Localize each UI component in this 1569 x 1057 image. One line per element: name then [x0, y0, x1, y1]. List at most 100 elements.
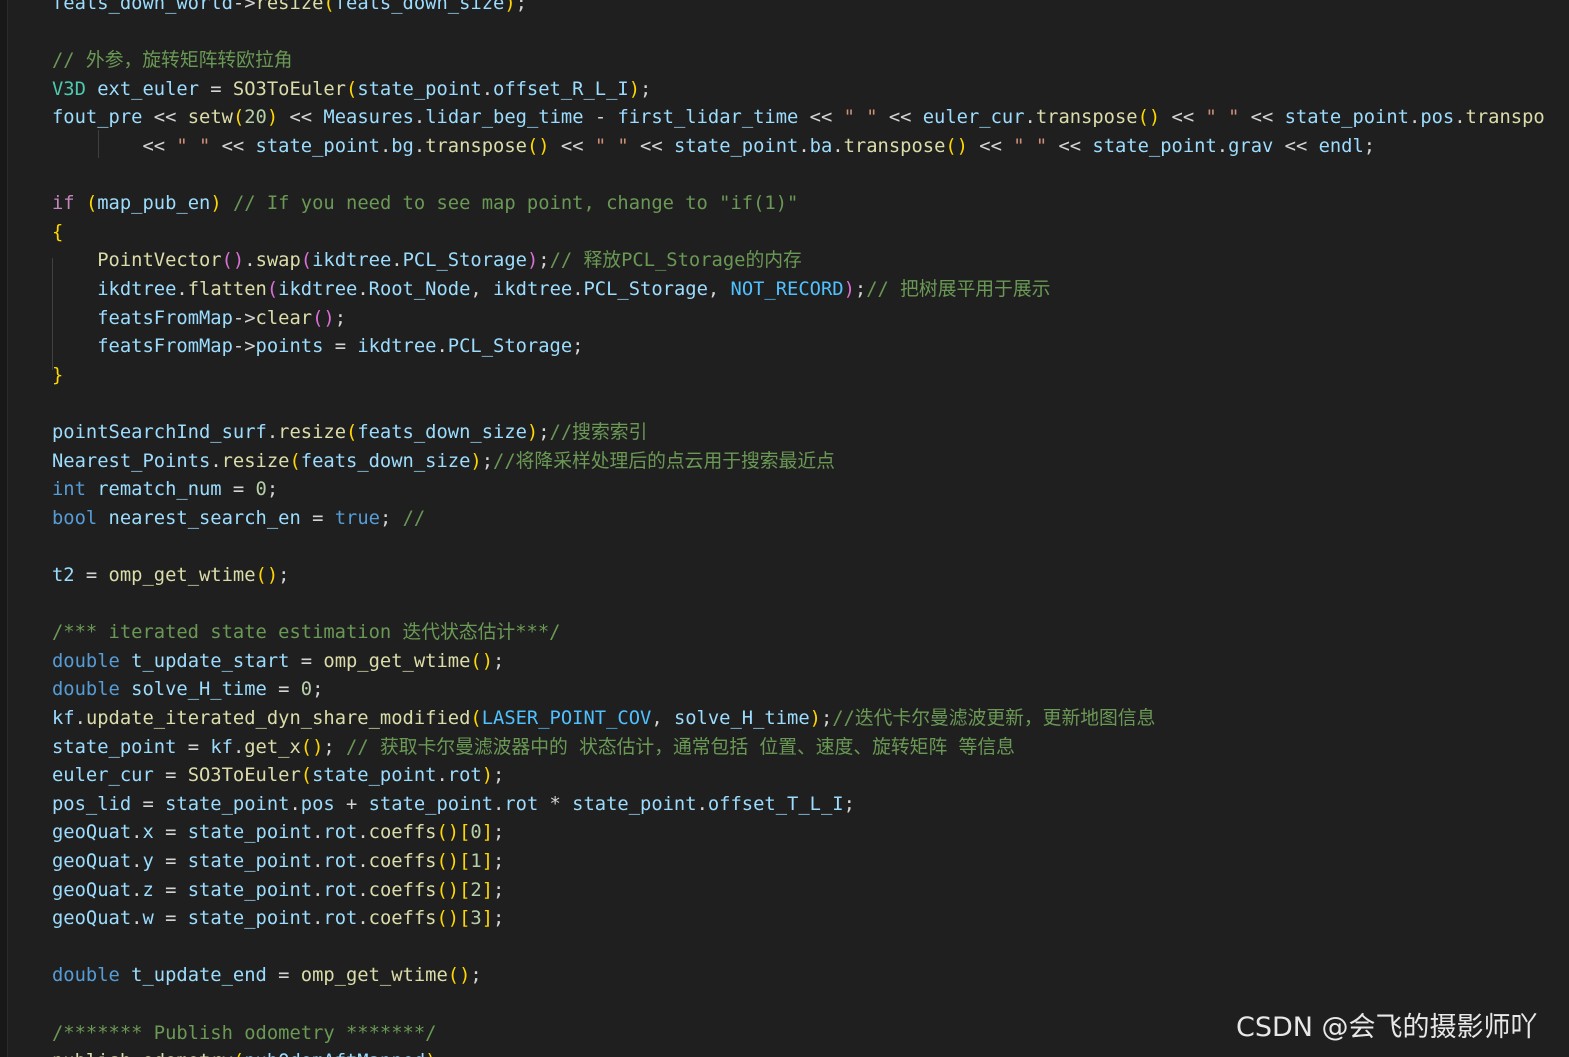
code-line[interactable]: feats_down_world->resize(feats_down_size…	[52, 0, 527, 18]
code-line[interactable]: V3D ext_euler = SO3ToEuler(state_point.o…	[52, 76, 651, 104]
code-token: <<	[549, 136, 595, 157]
code-token: )	[628, 78, 641, 100]
code-line[interactable]: kf.update_iterated_dyn_share_modified(LA…	[52, 705, 1155, 733]
code-token: z	[142, 879, 154, 901]
code-token: SO3ToEuler	[187, 765, 301, 787]
code-line[interactable]: << " " << state_point.bg.transpose() << …	[52, 133, 1375, 161]
code-line[interactable]: fout_pre << setw(20) << Measures.lidar_b…	[52, 104, 1545, 132]
code-line[interactable]: PointVector().swap(ikdtree.PCL_Storage);…	[52, 247, 802, 275]
code-token: publish_odometry	[52, 1051, 233, 1057]
code-token: points	[255, 336, 324, 358]
code-token: (	[85, 193, 98, 215]
code-line[interactable]: Nearest_Points.resize(feats_down_size);/…	[52, 448, 835, 476]
code-line[interactable]: int rematch_num = 0;	[52, 476, 278, 504]
code-token: offset_R_L_I	[493, 78, 629, 100]
code-token: .	[131, 879, 143, 901]
code-line[interactable]: state_point = kf.get_x(); // 获取卡尔曼滤波器中的 …	[52, 734, 1015, 762]
code-line[interactable]: double t_update_start = omp_get_wtime();	[52, 648, 504, 676]
code-line[interactable]: bool nearest_search_en = true; //	[52, 505, 425, 533]
code-token: SO3ToEuler	[232, 78, 346, 100]
code-token: =	[74, 565, 109, 586]
code-token: state_point	[255, 136, 380, 157]
code-token: =	[131, 793, 166, 815]
code-token: .	[131, 908, 143, 930]
code-line[interactable]: geoQuat.x = state_point.rot.coeffs()[0];	[52, 819, 504, 847]
code-line[interactable]: /*** iterated state estimation 迭代状态估计***…	[52, 619, 560, 647]
code-token: .	[481, 78, 494, 100]
code-token: ]	[481, 879, 494, 901]
code-line[interactable]: publish_odometry(pubOdomAftMapped);	[52, 1048, 448, 1057]
code-token: feats_down_size	[357, 422, 527, 443]
code-token: state_point	[187, 822, 313, 844]
code-line[interactable]: geoQuat.z = state_point.rot.coeffs()[2];	[52, 877, 504, 905]
code-token: rot	[504, 793, 539, 815]
code-line[interactable]: t2 = omp_get_wtime();	[52, 562, 289, 590]
code-line[interactable]: // 外参，旋转矩阵转欧拉角	[52, 47, 293, 75]
code-token: //迭代卡尔曼滤波更新，更新地图信息	[832, 708, 1156, 729]
code-token: grav	[1228, 136, 1274, 157]
code-line[interactable]: double solve_H_time = 0;	[52, 676, 323, 704]
code-line[interactable]: }	[52, 362, 63, 390]
code-token: state_point	[357, 78, 482, 100]
code-token: }	[52, 364, 64, 386]
code-token: update_iterated_dyn_share_modified	[85, 708, 471, 729]
code-token: LASER_POINT_COV	[481, 708, 652, 729]
code-token: <<	[52, 136, 177, 157]
code-token: )	[481, 765, 494, 787]
code-token: // 外参，旋转矩阵转欧拉角	[52, 50, 293, 72]
code-token: if	[52, 193, 75, 215]
code-editor[interactable]: feats_down_world->resize(feats_down_size…	[0, 0, 1569, 1057]
code-token: 1	[470, 851, 482, 872]
code-line[interactable]: {	[52, 219, 63, 247]
code-token: ()	[436, 879, 460, 901]
code-token: (	[300, 765, 313, 787]
code-line[interactable]: featsFromMap->points = ikdtree.PCL_Stora…	[52, 333, 583, 361]
code-token: .	[436, 765, 448, 787]
code-token: ()	[255, 565, 279, 586]
code-token: .	[176, 279, 188, 300]
code-token: double	[52, 650, 120, 672]
code-token: <<	[142, 107, 188, 129]
code-token: rot	[323, 822, 358, 844]
code-token: PointVector	[97, 250, 222, 272]
code-token: <<	[628, 136, 674, 157]
code-line[interactable]: double t_update_end = omp_get_wtime();	[52, 962, 482, 990]
code-token: ;	[572, 336, 584, 358]
code-line[interactable]: if (map_pub_en) // If you need to see ma…	[52, 190, 798, 218]
code-token: transpo	[1465, 107, 1545, 129]
code-line[interactable]: pointSearchInd_surf.resize(feats_down_si…	[52, 419, 647, 447]
code-token: ;	[1363, 136, 1376, 157]
code-token: ;	[493, 908, 505, 930]
code-token: state_point	[572, 793, 697, 815]
code-line[interactable]: euler_cur = SO3ToEuler(state_point.rot);	[52, 762, 504, 790]
code-token: featsFromMap	[97, 307, 233, 329]
code-token: resize	[221, 450, 290, 472]
code-token: ()	[221, 250, 245, 272]
code-line[interactable]: pos_lid = state_point.pos + state_point.…	[52, 791, 855, 819]
code-token: nearest_search_en	[108, 507, 301, 529]
code-token: .	[244, 250, 256, 272]
code-line[interactable]: geoQuat.w = state_point.rot.coeffs()[3];	[52, 905, 504, 933]
code-token: /******* Publish odometry *******/	[52, 1022, 437, 1044]
code-line[interactable]: /******* Publish odometry *******/	[52, 1020, 436, 1048]
code-line[interactable]: geoQuat.y = state_point.rot.coeffs()[1];	[52, 848, 504, 876]
code-token: (	[232, 107, 245, 129]
code-token: ;	[640, 78, 652, 100]
code-line[interactable]: ikdtree.flatten(ikdtree.Root_Node, ikdtr…	[52, 276, 1050, 304]
code-token: ()	[526, 136, 550, 157]
code-token: // If you need to see map point, change …	[221, 193, 799, 215]
code-token: rematch_num	[97, 479, 222, 501]
code-token: .	[696, 793, 708, 815]
code-token: 20	[244, 107, 267, 129]
code-token: .	[413, 107, 426, 129]
code-line[interactable]: featsFromMap->clear();	[52, 305, 346, 333]
code-token: )	[526, 422, 539, 443]
code-token: // 把树展平用于展示	[866, 279, 1051, 300]
code-token: .	[357, 851, 369, 872]
code-token: rot	[323, 851, 358, 872]
code-token: state_point	[368, 793, 494, 815]
